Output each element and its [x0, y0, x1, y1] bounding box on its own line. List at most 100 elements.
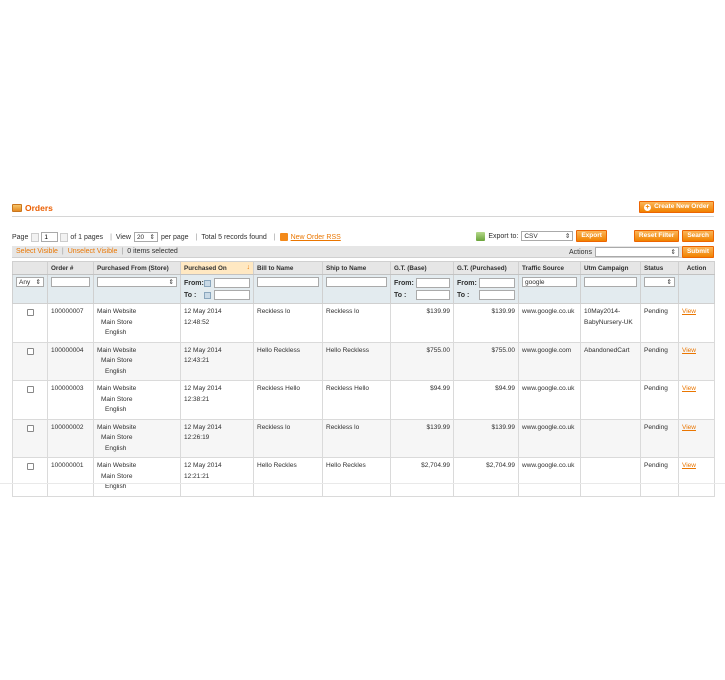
orders-grid-page: Orders + Create New Order Page of 1 page… — [12, 197, 715, 497]
status-filter-select[interactable]: ⇕ — [644, 277, 675, 287]
bill-to-filter-input[interactable] — [257, 277, 319, 287]
column-header-gt-purchased[interactable]: G.T. (Purchased) — [453, 261, 519, 275]
per-page-label: per page — [160, 233, 189, 241]
create-new-order-label: Create New Order — [654, 203, 709, 210]
purchased-from-label: From: — [184, 279, 204, 287]
bill-to-name: Hello Reckles — [253, 457, 323, 497]
export-label: Export to: — [488, 232, 519, 240]
prev-page-arrow-icon[interactable] — [31, 232, 40, 242]
order-number: 100000003 — [47, 380, 94, 420]
row-checkbox[interactable] — [26, 463, 34, 470]
page-title: Orders — [25, 203, 53, 213]
utm-campaign: 10May2014- BabyNursery-UK — [580, 303, 641, 343]
search-button[interactable]: Search — [682, 230, 714, 242]
gt-purchased: $2,704.99 — [453, 457, 519, 497]
export-button[interactable]: Export — [576, 230, 607, 242]
row-checkbox[interactable] — [26, 386, 34, 393]
column-header-purchased-on[interactable]: Purchased On ↓ — [180, 261, 254, 275]
select-visible-link[interactable]: Select Visible — [16, 248, 58, 255]
view-link[interactable]: View — [682, 424, 696, 431]
ship-to-name: Hello Reckless — [322, 341, 391, 381]
traffic-source-filter-input[interactable]: google — [522, 277, 577, 287]
orders-table: Order # Purchased From (Store) Purchased… — [12, 261, 715, 497]
gt-purchased-from-input[interactable] — [479, 278, 515, 288]
store-cell: Main Website Main Store English — [93, 303, 181, 343]
page-label: Page — [12, 233, 29, 241]
select-arrows-icon: ⇕ — [168, 279, 174, 286]
store-cell: Main Website Main Store English — [93, 418, 181, 458]
unselect-visible-link[interactable]: Unselect Visible — [68, 248, 118, 255]
purchased-on: 12 May 2014 12:43:21 — [180, 341, 254, 381]
filter-checkbox-cell: Any ⇕ — [12, 274, 48, 304]
select-arrows-icon: ⇕ — [666, 279, 672, 286]
column-header-status[interactable]: Status — [640, 261, 679, 275]
purchased-to-label: To : — [184, 291, 197, 299]
rss-icon — [279, 233, 288, 241]
gt-purchased-to-input[interactable] — [479, 290, 515, 300]
orders-icon — [12, 204, 22, 212]
new-order-rss-link[interactable]: New Order RSS — [291, 234, 341, 241]
view-label: View — [115, 233, 131, 241]
utm-campaign-filter-input[interactable] — [584, 277, 637, 287]
ship-to-name: Reckless lo — [322, 303, 391, 343]
actions-select[interactable]: ⇕ — [594, 247, 679, 257]
ship-to-name: Reckless lo — [322, 418, 391, 458]
purchased-from-input[interactable] — [214, 278, 250, 288]
table-header-row: Order # Purchased From (Store) Purchased… — [12, 261, 715, 275]
row-checkbox[interactable] — [26, 309, 34, 316]
view-link[interactable]: View — [682, 462, 696, 469]
massaction-filter-select[interactable]: Any ⇕ — [16, 277, 44, 287]
purchased-to-input[interactable] — [214, 290, 250, 300]
column-header-order[interactable]: Order # — [47, 261, 94, 275]
calendar-icon[interactable] — [204, 291, 211, 299]
page-title-group: Orders — [12, 203, 53, 213]
gt-base-from-label: From: — [394, 279, 414, 287]
page-number-input[interactable] — [41, 232, 59, 242]
gt-purchased: $94.99 — [453, 380, 519, 420]
purchased-on: 12 May 2014 12:38:21 — [180, 380, 254, 420]
order-number: 100000001 — [47, 457, 94, 497]
view-link[interactable]: View — [682, 347, 696, 354]
traffic-source: www.google.co.uk — [518, 380, 581, 420]
calendar-icon[interactable] — [204, 279, 211, 287]
utm-campaign — [580, 457, 641, 497]
ship-to-name: Reckless Hello — [322, 380, 391, 420]
plus-icon: + — [644, 203, 652, 211]
column-header-ship-to[interactable]: Ship to Name — [322, 261, 391, 275]
ship-to-filter-input[interactable] — [326, 277, 387, 287]
table-row[interactable]: 100000001 Main Website Main Store English … — [12, 457, 715, 497]
create-new-order-button[interactable]: + Create New Order — [639, 201, 714, 213]
bill-to-name: Hello Reckless — [253, 341, 323, 381]
column-header-traffic-source[interactable]: Traffic Source — [518, 261, 581, 275]
column-header-utm-campaign[interactable]: Utm Campaign — [580, 261, 641, 275]
column-header-store[interactable]: Purchased From (Store) — [93, 261, 181, 275]
gt-base: $94.99 — [390, 380, 454, 420]
status: Pending — [640, 380, 679, 420]
of-pages-label: of 1 pages — [70, 233, 104, 241]
per-page-select[interactable]: 20 ⇕ — [133, 232, 158, 242]
gt-purchased-to-label: To : — [457, 291, 470, 299]
table-row[interactable]: 100000004 Main Website Main Store English … — [12, 341, 715, 381]
reset-filter-button[interactable]: Reset Filter — [633, 230, 680, 242]
gt-base-from-input[interactable] — [416, 278, 450, 288]
store-filter-select[interactable]: ⇕ — [97, 277, 177, 287]
column-header-bill-to[interactable]: Bill to Name — [253, 261, 323, 275]
next-page-arrow-icon[interactable] — [60, 232, 69, 242]
table-row[interactable]: 100000002 Main Website Main Store English … — [12, 418, 715, 458]
column-header-action: Action — [678, 261, 715, 275]
table-row[interactable]: 100000003 Main Website Main Store English … — [12, 380, 715, 420]
gt-purchased: $755.00 — [453, 341, 519, 381]
view-link[interactable]: View — [682, 308, 696, 315]
order-filter-input[interactable] — [51, 277, 90, 287]
row-checkbox[interactable] — [26, 424, 34, 432]
export-format-select[interactable]: CSV ⇕ — [521, 231, 574, 241]
row-checkbox[interactable] — [26, 347, 34, 355]
table-row[interactable]: 100000007 Main Website Main Store English … — [12, 303, 715, 343]
column-header-gt-base[interactable]: G.T. (Base) — [390, 261, 454, 275]
gt-base-to-input[interactable] — [416, 290, 450, 300]
view-link[interactable]: View — [682, 385, 696, 392]
traffic-source: www.google.co.uk — [518, 418, 581, 458]
gt-base: $2,704.99 — [390, 457, 454, 497]
submit-button[interactable]: Submit — [681, 246, 714, 258]
massaction-filter-value: Any — [19, 278, 31, 286]
